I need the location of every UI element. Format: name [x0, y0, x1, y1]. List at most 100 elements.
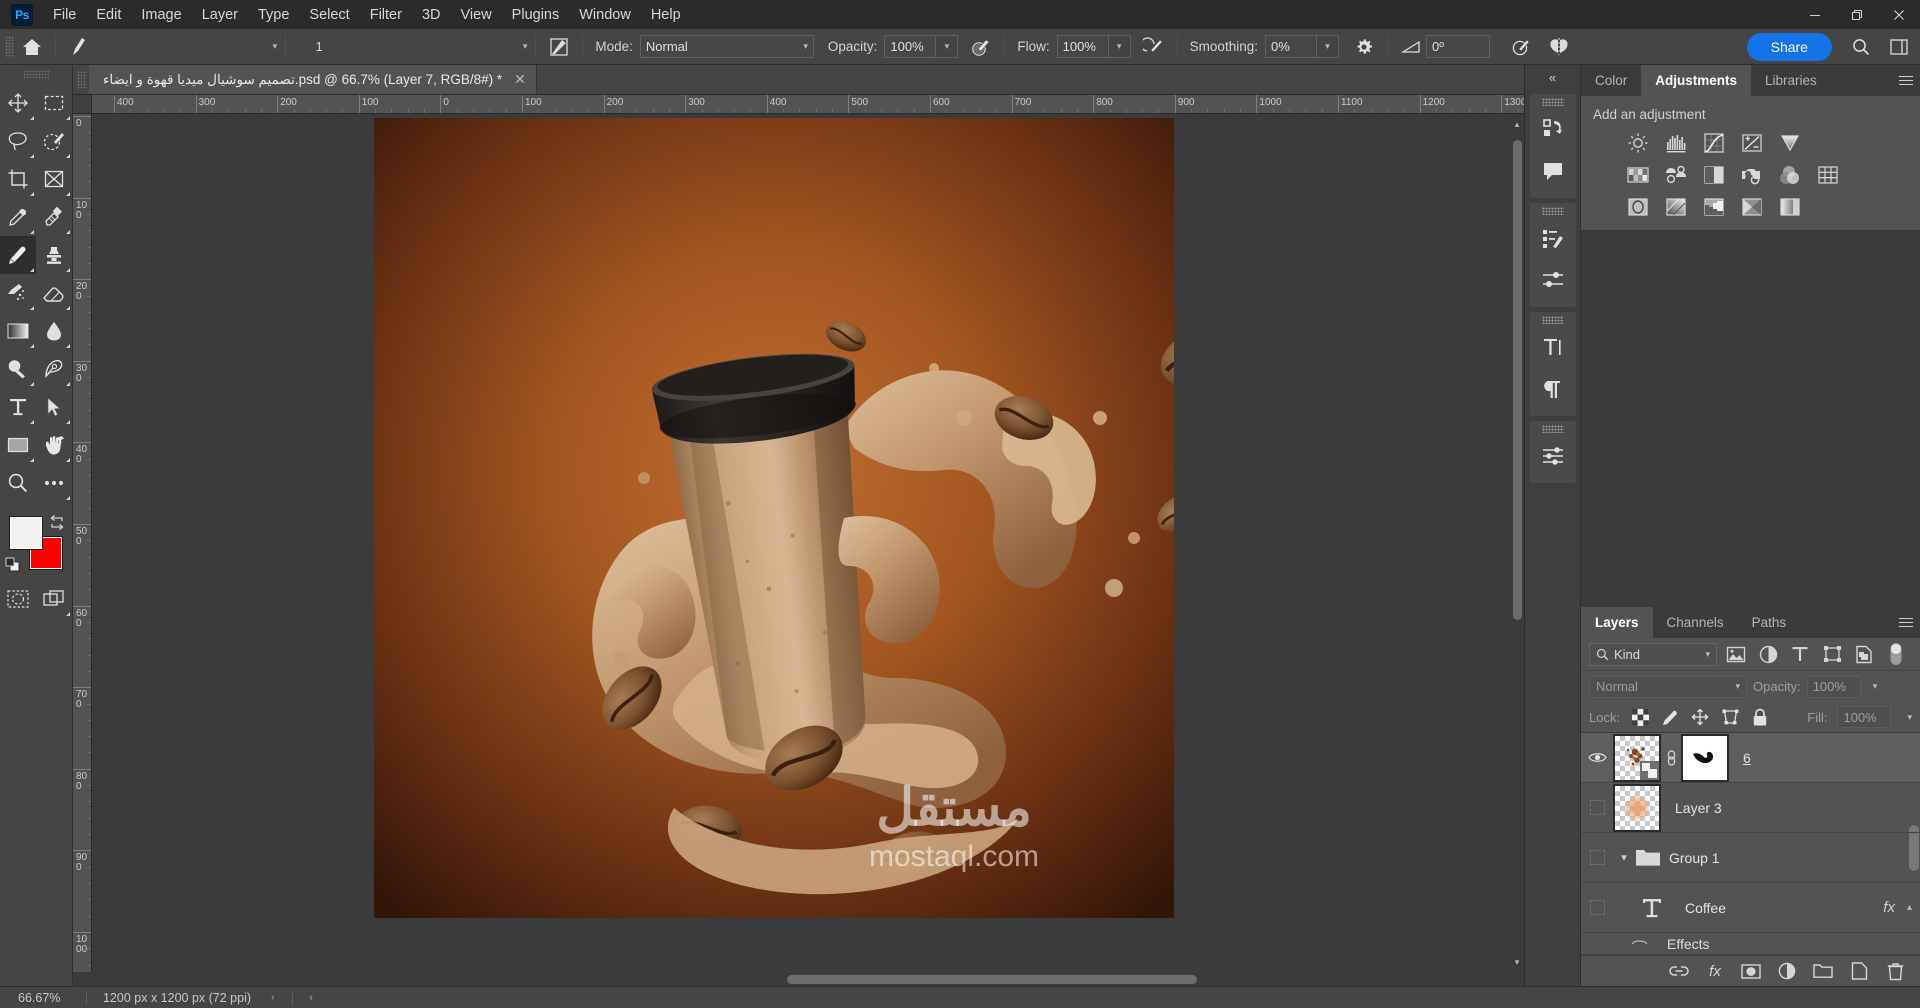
lock-position-icon[interactable] [1690, 707, 1710, 727]
layer-mask-thumbnail[interactable] [1681, 733, 1729, 782]
zoom-tool[interactable] [0, 464, 36, 502]
layer-visibility-toggle[interactable] [1581, 751, 1613, 764]
canvas-horizontal-scrollbar[interactable] [73, 972, 1524, 986]
layer-effects-chevron-up-icon[interactable]: ▴ [1899, 902, 1912, 913]
gradient-tool[interactable] [0, 312, 36, 350]
menu-filter[interactable]: Filter [360, 3, 412, 27]
comments-icon[interactable] [1531, 150, 1575, 192]
blend-mode-select[interactable]: Normal ▾ [639, 35, 814, 58]
flow-chevron-down-icon[interactable]: ▾ [1108, 35, 1131, 58]
tab-paths[interactable]: Paths [1737, 607, 1801, 638]
smoothing-input[interactable]: 0% [1264, 35, 1317, 58]
brush-tool[interactable] [0, 236, 36, 274]
rail-grip[interactable] [1541, 425, 1564, 433]
brush-settings-chevron-down-icon[interactable]: ▾ [517, 41, 528, 52]
brush-preset-icon[interactable] [64, 33, 94, 61]
history-icon[interactable] [1531, 108, 1575, 150]
quick-mask-mode-icon[interactable] [0, 580, 36, 618]
clone-stamp-tool[interactable] [36, 236, 72, 274]
effects-visibility-icon[interactable] [1613, 938, 1665, 950]
menu-type[interactable]: Type [248, 3, 299, 27]
share-button[interactable]: Share [1746, 32, 1832, 61]
table-row[interactable]: ▾ Group 1 [1581, 833, 1920, 883]
layer-thumbnail[interactable] [1613, 733, 1661, 782]
menu-3d[interactable]: 3D [412, 3, 451, 27]
layer-mask-link-icon[interactable] [1661, 748, 1681, 768]
foreground-color-swatch[interactable] [9, 516, 43, 550]
layers-panel-menu-icon[interactable] [1892, 607, 1920, 638]
paragraph-icon[interactable] [1531, 368, 1575, 410]
edit-toolbar-tool[interactable] [36, 464, 72, 502]
menu-window[interactable]: Window [569, 3, 641, 27]
rail-grip[interactable] [1541, 207, 1564, 215]
filter-type-icon[interactable] [1787, 641, 1813, 667]
pressure-opacity-icon[interactable] [966, 33, 996, 61]
layer-opacity-chevron-down-icon[interactable]: ▾ [1867, 681, 1878, 692]
levels-icon[interactable] [1663, 130, 1689, 156]
gear-icon[interactable] [1349, 33, 1379, 61]
rectangular-marquee-tool[interactable] [36, 84, 72, 122]
vibrance-icon[interactable] [1777, 130, 1803, 156]
gradient-map-icon[interactable] [1739, 194, 1765, 220]
layer-fill-input[interactable]: 100% [1837, 706, 1892, 728]
table-row[interactable]: 6 [1581, 733, 1920, 871]
canvas-vertical-scroll-thumb[interactable] [1513, 140, 1522, 620]
scroll-down-icon[interactable]: ▾ [1511, 954, 1523, 970]
canvas-vertical-scrollbar[interactable]: ▴ ▾ [1510, 114, 1524, 972]
adjustments-sliders-icon[interactable] [1531, 435, 1575, 477]
table-row[interactable]: Coffee fx ▴ [1581, 883, 1920, 933]
path-selection-tool[interactable] [36, 388, 72, 426]
properties-sliders-icon[interactable] [1531, 259, 1575, 301]
smoothing-chevron-down-icon[interactable]: ▾ [1316, 35, 1339, 58]
layer-name[interactable]: 6 [1729, 750, 1751, 766]
layer-style-fx-icon[interactable]: fx [1704, 960, 1726, 982]
symmetry-butterfly-icon[interactable] [1544, 33, 1574, 61]
menu-image[interactable]: Image [131, 3, 191, 27]
crop-tool[interactable] [0, 160, 36, 198]
menu-help[interactable]: Help [641, 3, 691, 27]
minimize-button[interactable] [1794, 0, 1836, 29]
workspace-icon[interactable] [1882, 32, 1916, 62]
posterize-icon[interactable] [1663, 194, 1689, 220]
vertical-ruler[interactable]: 010020030040050060070080090010001100 [73, 114, 92, 972]
collapse-panels-icon[interactable]: « [1525, 65, 1581, 89]
new-group-icon[interactable] [1812, 960, 1834, 982]
lasso-tool[interactable] [0, 122, 36, 160]
eraser-tool[interactable] [36, 274, 72, 312]
color-balance-icon[interactable] [1663, 162, 1689, 188]
home-icon[interactable] [17, 33, 47, 61]
airbrush-icon[interactable] [1139, 33, 1169, 61]
rail-grip[interactable] [1541, 98, 1564, 106]
maximize-restore-button[interactable] [1836, 0, 1878, 29]
horizontal-type-tool[interactable] [0, 388, 36, 426]
flow-input[interactable]: 100% [1056, 35, 1109, 58]
layer-blend-mode-select[interactable]: Normal ▾ [1589, 675, 1747, 698]
new-fill-adjustment-icon[interactable] [1776, 960, 1798, 982]
table-row[interactable]: Layer 3 [1581, 783, 1920, 833]
menu-view[interactable]: View [451, 3, 502, 27]
brush-angle-icon[interactable] [1396, 33, 1426, 61]
character-icon[interactable] [1531, 326, 1575, 368]
exposure-icon[interactable] [1739, 130, 1765, 156]
history-brush-tool[interactable] [0, 274, 36, 312]
menu-select[interactable]: Select [299, 3, 359, 27]
default-colors-icon[interactable] [5, 557, 20, 572]
move-tool[interactable] [0, 84, 36, 122]
swap-colors-icon[interactable] [49, 514, 65, 530]
tab-color[interactable]: Color [1581, 65, 1642, 96]
horizontal-ruler[interactable]: 400 300 200 100 0 100 200 300 400 500 600 700 800 900… [92, 95, 1524, 114]
close-button[interactable] [1878, 0, 1920, 29]
opacity-chevron-down-icon[interactable]: ▾ [936, 35, 959, 58]
tab-channels[interactable]: Channels [1652, 607, 1738, 638]
dodge-tool[interactable] [0, 350, 36, 388]
layer-effects-fx-icon[interactable]: fx [1883, 899, 1899, 916]
tab-libraries[interactable]: Libraries [1751, 65, 1831, 96]
filter-adjustment-icon[interactable] [1755, 641, 1781, 667]
curves-icon[interactable] [1701, 130, 1727, 156]
layer-visibility-toggle[interactable] [1581, 850, 1613, 865]
group-expand-chevron-down-icon[interactable]: ▾ [1613, 851, 1635, 864]
actions-icon[interactable] [1531, 217, 1575, 259]
table-row[interactable]: Effects [1581, 933, 1920, 955]
hand-tool[interactable] [36, 426, 72, 464]
spot-healing-brush-tool[interactable] [36, 198, 72, 236]
